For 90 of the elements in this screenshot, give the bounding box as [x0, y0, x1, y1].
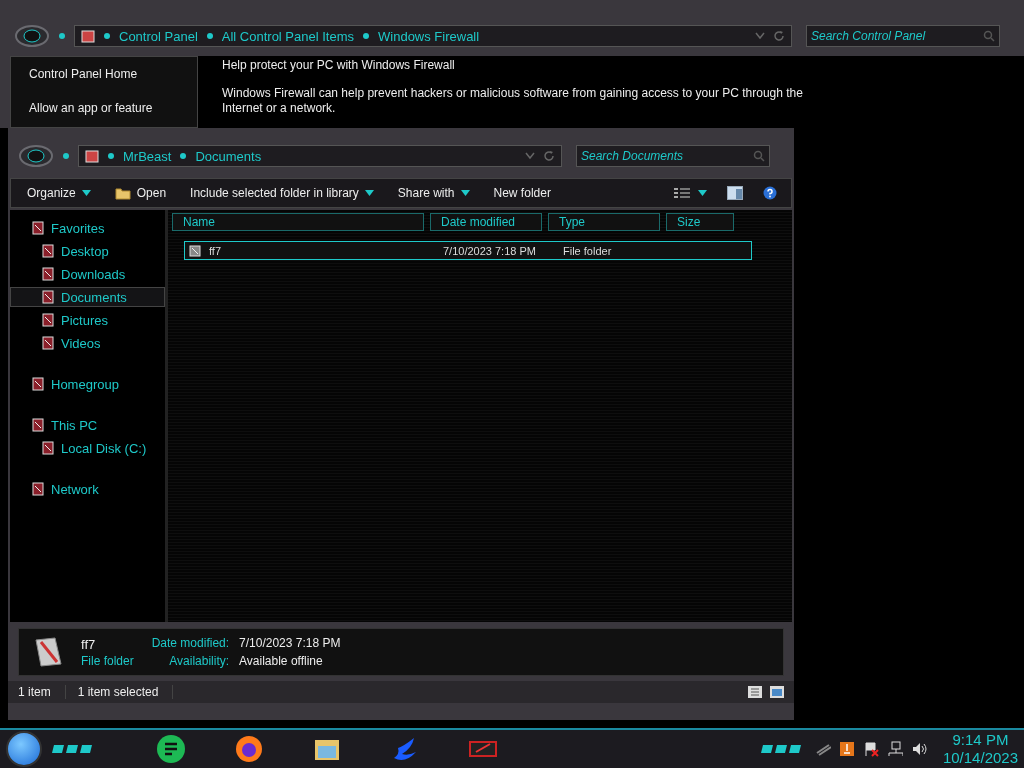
help-icon	[763, 186, 777, 200]
folder-icon	[31, 418, 45, 432]
folder-icon	[41, 267, 55, 281]
file-name: ff7	[209, 244, 222, 257]
folder-icon	[81, 29, 95, 43]
file-type: File folder	[81, 653, 134, 668]
breadcrumb-dot-icon	[205, 32, 214, 40]
list-view-icon	[674, 187, 690, 199]
status-text: 1 item	[14, 685, 66, 699]
search-icon	[983, 30, 995, 42]
sidebar-item[interactable]: Pictures	[10, 310, 165, 330]
folder-icon	[41, 313, 55, 327]
link[interactable]: Allow an app or feature	[29, 101, 197, 115]
heading: Help protect your PC with Windows Firewall	[222, 58, 456, 72]
breadcrumb-dot-icon	[58, 32, 66, 40]
breadcrumb-item[interactable]: Windows Firewall	[378, 28, 480, 44]
chevron-down-icon	[755, 32, 765, 40]
window-icon	[770, 686, 784, 698]
notes-app-icon[interactable]	[156, 734, 186, 764]
show-hidden-icons-icon[interactable]	[814, 741, 831, 757]
sidebar-item[interactable]: Favorites	[10, 218, 165, 238]
field-value: 7/10/2023 7:18 PM	[239, 636, 341, 650]
speaker-icon[interactable]	[910, 741, 927, 757]
column-header[interactable]: Name	[172, 213, 424, 231]
refresh-icon	[773, 30, 785, 42]
caret-icon	[698, 190, 707, 196]
folder-thumbnail-icon	[33, 636, 63, 668]
caret-icon	[460, 190, 470, 196]
chevron-down-icon	[525, 152, 535, 160]
folder-icon	[85, 149, 99, 163]
column-header[interactable]: Type	[548, 213, 660, 231]
file-date: 7/10/2023 7:18 PM	[443, 244, 537, 257]
caret-icon	[364, 190, 374, 196]
toolbar-button[interactable]: Share with	[387, 183, 480, 203]
sidebar-item[interactable]: Documents	[10, 287, 165, 307]
folder-icon	[189, 244, 201, 257]
flag-icon[interactable]	[862, 741, 879, 757]
sidebar-item[interactable]: Videos	[10, 333, 165, 353]
start-button[interactable]	[6, 731, 42, 767]
field-label: Date modified:	[151, 636, 230, 650]
caret-icon	[81, 190, 91, 196]
breadcrumb-dot-icon	[62, 152, 70, 160]
refresh-icon	[543, 150, 555, 162]
description: Windows Firewall can help prevent hackers or malicious software from gaining access to your PC through the Internet or a network.	[222, 86, 804, 116]
folder-icon	[41, 336, 55, 350]
folder-icon	[31, 377, 45, 391]
folder-icon	[31, 221, 45, 235]
sidebar-item[interactable]: Downloads	[10, 264, 165, 284]
field-label: Availability:	[168, 654, 230, 668]
sidebar-item[interactable]: Network	[10, 479, 165, 499]
file-name: ff7	[81, 636, 97, 652]
file-type: File folder	[563, 244, 613, 257]
breadcrumb-item[interactable]: Documents	[195, 148, 262, 164]
list-view-icon	[748, 686, 762, 698]
toolbar-button[interactable]: Organize	[17, 183, 101, 203]
toolbar-button[interactable]: Include selected folder in library	[180, 183, 384, 203]
toolbar-button[interactable]: Open	[104, 183, 177, 203]
folder-icon	[41, 244, 55, 258]
search-icon	[753, 150, 765, 162]
sidebar-item[interactable]: This PC	[10, 415, 165, 435]
field-value: Available offline	[239, 654, 324, 668]
search-field[interactable]: Search Control Panel	[806, 25, 1000, 47]
sidebar-item[interactable]: Local Disk (C:)	[10, 438, 165, 458]
breadcrumb-dot-icon	[179, 152, 188, 160]
column-header[interactable]: Date modified	[430, 213, 542, 231]
breadcrumb-dot-icon	[362, 32, 370, 40]
address-bar[interactable]: MrBeast Documents	[78, 145, 562, 167]
sidebar-item[interactable]: Desktop	[10, 241, 165, 261]
folder-icon	[41, 441, 55, 455]
column-header[interactable]: Size	[666, 213, 734, 231]
search-field[interactable]: Search Documents	[576, 145, 770, 167]
address-bar[interactable]: Control Panel All Control Panel Items Windows Firewall	[74, 25, 792, 47]
sidebar-item[interactable]: Homegroup	[10, 374, 165, 394]
status-text: 1 item selected	[73, 685, 174, 699]
java-icon[interactable]	[838, 741, 855, 757]
file-row[interactable]: ff7 7/10/2023 7:18 PM File folder	[184, 241, 752, 260]
breadcrumb-dot-icon	[103, 32, 111, 40]
breadcrumb-item[interactable]: All Control Panel Items	[221, 28, 354, 44]
link[interactable]: Control Panel Home	[29, 67, 197, 81]
folder-icon	[114, 186, 131, 200]
breadcrumb-item[interactable]: Control Panel	[119, 28, 198, 44]
breadcrumb-item[interactable]: MrBeast	[123, 148, 172, 164]
toolbar-button[interactable]: New folder	[483, 183, 561, 203]
pane-icon	[727, 186, 743, 200]
network-icon[interactable]	[886, 741, 903, 757]
folder-icon	[31, 482, 45, 496]
clock-time[interactable]: 9:14 PM	[952, 731, 1009, 749]
clock-date[interactable]: 10/14/2023	[942, 749, 1018, 767]
breadcrumb-dot-icon	[107, 152, 115, 160]
folder-icon	[41, 290, 55, 304]
